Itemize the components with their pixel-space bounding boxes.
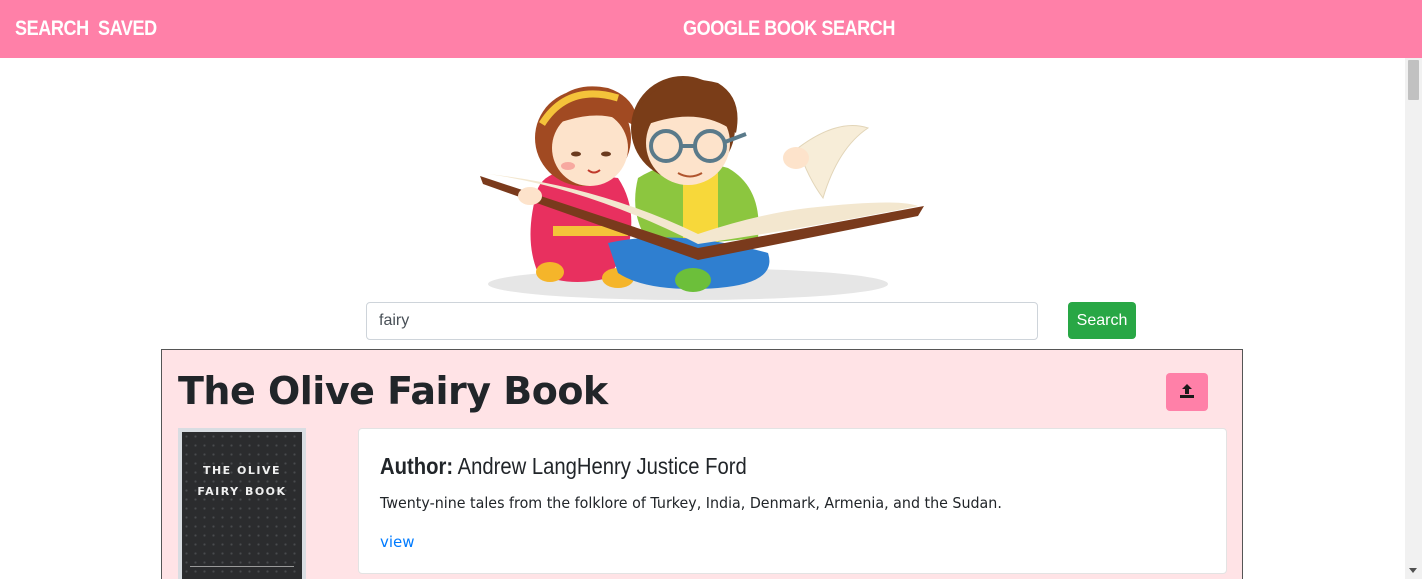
save-book-button[interactable]: [1166, 373, 1208, 411]
top-navbar: SEARCH SAVED GOOGLE BOOK SEARCH: [0, 0, 1422, 58]
author-name: Andrew LangHenry Justice Ford: [457, 453, 747, 479]
book-description: Twenty-nine tales from the folklore of T…: [380, 494, 1002, 512]
page-scrollbar[interactable]: [1405, 58, 1422, 579]
book-info-panel: Author: Andrew LangHenry Justice Ford Tw…: [358, 428, 1227, 574]
view-link[interactable]: view: [380, 533, 415, 551]
upload-icon: [1180, 384, 1194, 398]
result-card: The Olive Fairy Book THE OLIVE FAIRY BOO…: [161, 349, 1243, 579]
scrollbar-thumb[interactable]: [1408, 60, 1419, 100]
author-row: Author: Andrew LangHenry Justice Ford: [380, 453, 747, 480]
book-cover: THE OLIVE FAIRY BOOK: [178, 428, 306, 579]
nav-link-search[interactable]: SEARCH: [15, 17, 89, 41]
app-title: GOOGLE BOOK SEARCH: [683, 17, 896, 40]
cover-title-line2: FAIRY BOOK: [197, 485, 287, 498]
children-reading-illustration: [480, 76, 924, 300]
cover-divider: [190, 566, 294, 567]
nav-link-saved[interactable]: SAVED: [98, 17, 157, 41]
search-button[interactable]: Search: [1068, 302, 1136, 339]
scroll-down-arrow-icon[interactable]: [1409, 568, 1417, 573]
cover-title-line1: THE OLIVE: [202, 464, 282, 477]
book-cover-image: THE OLIVE FAIRY BOOK: [182, 432, 302, 579]
search-input[interactable]: [366, 302, 1038, 340]
author-label: Author:: [380, 453, 454, 479]
book-title: The Olive Fairy Book: [178, 369, 608, 413]
